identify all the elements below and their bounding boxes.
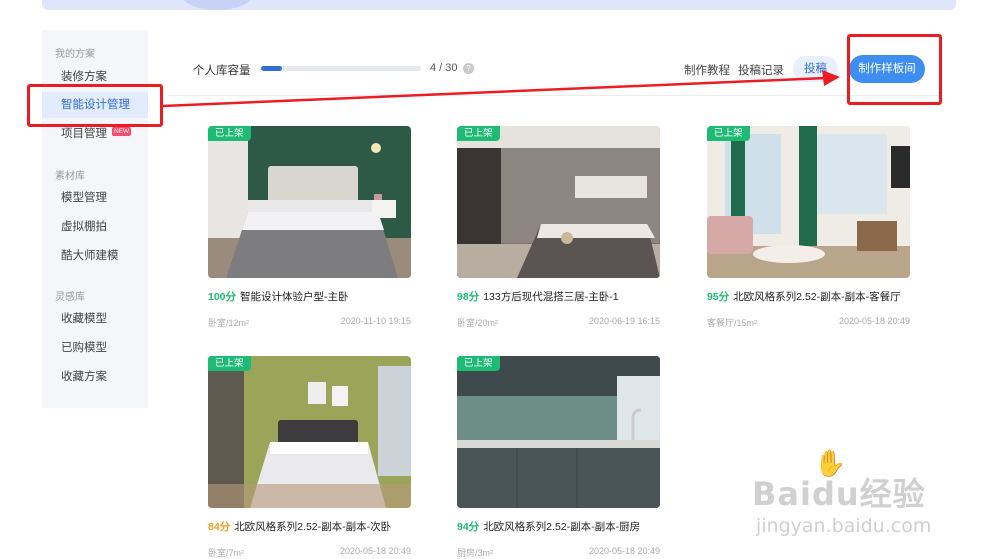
watermark-url: jingyan.baidu.com [756, 515, 932, 537]
baidu-watermark: ✋ Baidu经验 jingyan.baidu.com [752, 445, 942, 553]
watermark-brand: Baidu经验 [752, 475, 926, 513]
